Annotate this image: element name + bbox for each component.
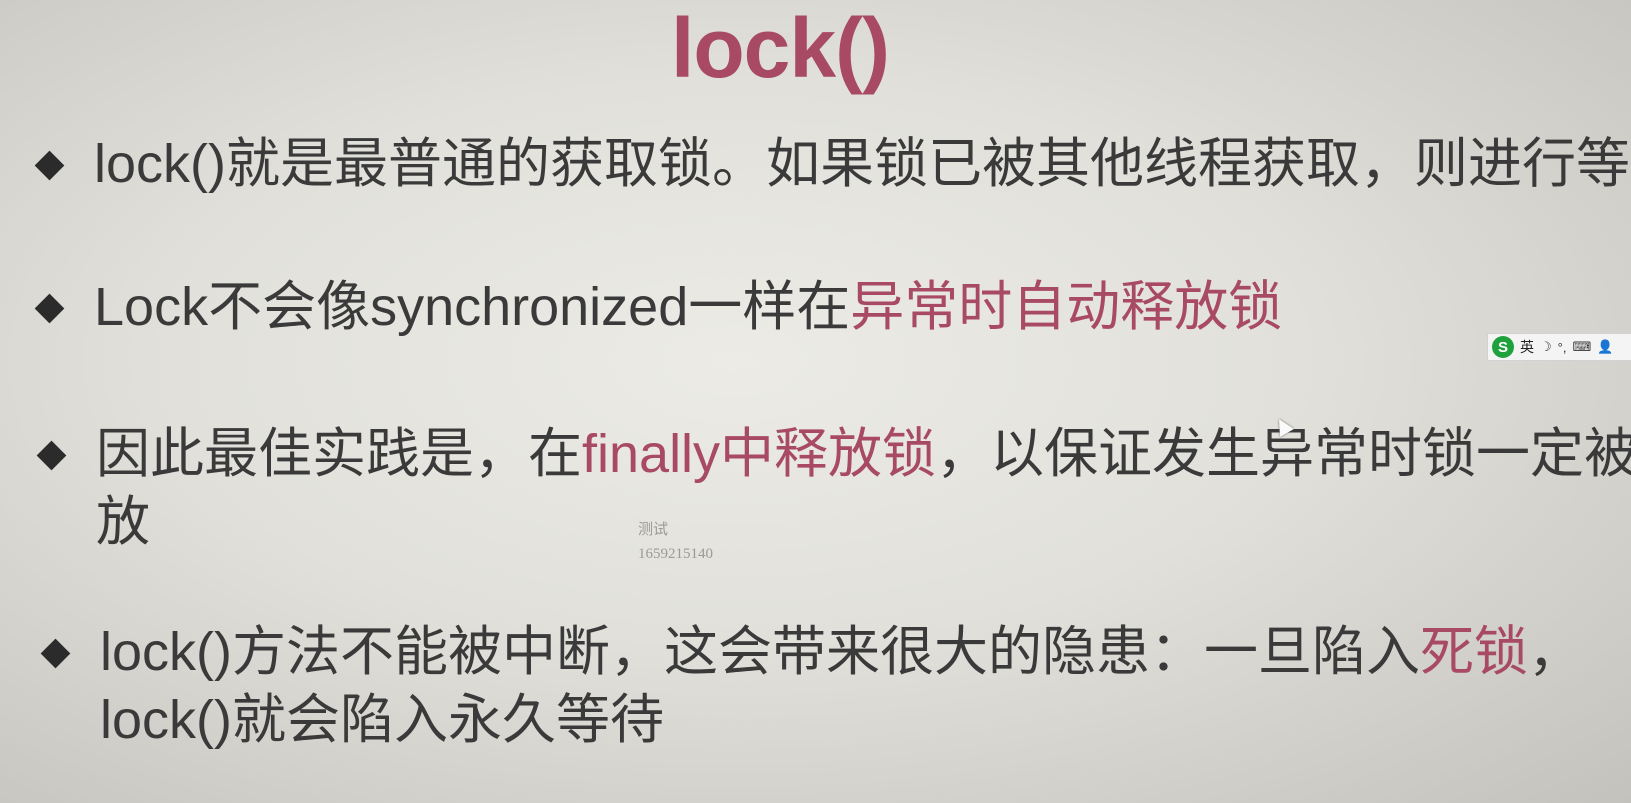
keyboard-icon[interactable]: ⌨	[1572, 339, 1591, 355]
diamond-bullet-icon	[40, 638, 70, 668]
bullet-text: lock()就是最普通的获取锁。如果锁已被其他线程获取，则进行等待	[94, 130, 1631, 198]
bullet-segment: 因此最佳实践是，在	[96, 424, 582, 484]
bullet-text: Lock不会像synchronized一样在异常时自动释放锁	[94, 273, 1282, 341]
bullet-text: lock()方法不能被中断，这会带来很大的隐患：一旦陷入死锁， lock()就会…	[100, 618, 1582, 754]
bullet-item: 因此最佳实践是，在finally中释放锁，以保证发生异常时锁一定被释 放	[36, 420, 1631, 556]
watermark-line: 1659215140	[638, 546, 713, 562]
bullet-highlight: 异常时自动释放锁	[850, 277, 1283, 337]
slide-title: lock()	[670, 1, 890, 95]
user-icon[interactable]: 👤	[1597, 339, 1613, 355]
bullet-segment: Lock不会像synchronized一样在	[94, 277, 851, 337]
bullet-highlight: finally中释放锁	[582, 424, 937, 484]
bullet-item: Lock不会像synchronized一样在异常时自动释放锁	[34, 273, 1282, 341]
bullet-segment: lock()方法不能被中断，这会带来很大的隐患：一旦陷入	[100, 622, 1420, 682]
watermark-line: 测试	[638, 522, 669, 538]
bullet-highlight: 死锁	[1420, 622, 1528, 682]
bullet-text: 因此最佳实践是，在finally中释放锁，以保证发生异常时锁一定被释 放	[96, 420, 1631, 556]
bullet-segment: ，	[1528, 622, 1582, 682]
sogou-logo-icon[interactable]: S	[1492, 336, 1514, 358]
bullet-item: lock()就是最普通的获取锁。如果锁已被其他线程获取，则进行等待	[34, 130, 1631, 198]
bullet-continuation: lock()就会陷入永久等待	[100, 690, 664, 750]
moon-icon[interactable]: ☽	[1540, 339, 1552, 355]
bullet-item: lock()方法不能被中断，这会带来很大的隐患：一旦陷入死锁， lock()就会…	[40, 618, 1582, 754]
diamond-bullet-icon	[34, 293, 64, 323]
bullet-continuation: 放	[96, 492, 150, 552]
bullet-segment: lock()就是最普通的获取锁。如果锁已被其他线程获取，则进行等待	[94, 134, 1631, 194]
diamond-bullet-icon	[36, 440, 66, 470]
slide: lock() lock()就是最普通的获取锁。如果锁已被其他线程获取，则进行等待…	[0, 0, 1631, 803]
watermark: 测试 1659215140	[638, 518, 713, 566]
punctuation-icon[interactable]: °,	[1558, 340, 1567, 355]
ime-toolbar[interactable]: S 英 ☽ °, ⌨ 👤	[1487, 333, 1631, 361]
diamond-bullet-icon	[34, 150, 64, 180]
ime-mode-toggle[interactable]: 英	[1520, 337, 1534, 357]
